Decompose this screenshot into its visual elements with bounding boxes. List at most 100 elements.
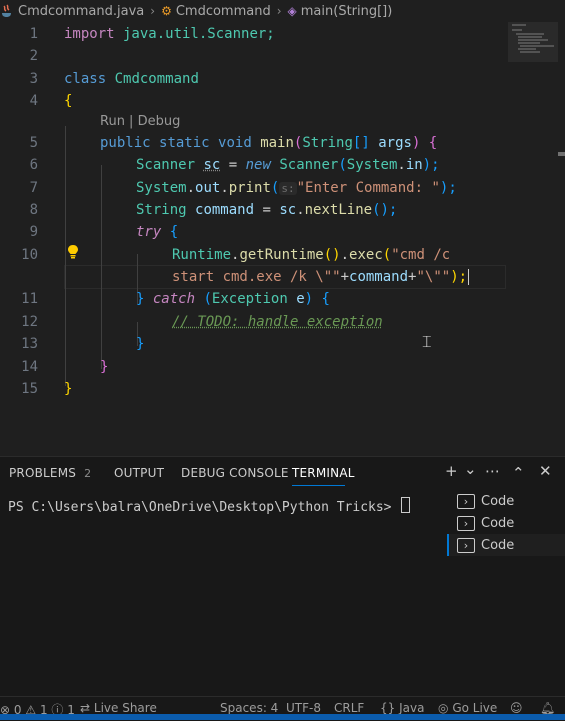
eol-status[interactable]: CRLF — [334, 701, 364, 715]
token-type: String — [136, 202, 187, 218]
line-number: 9 — [29, 224, 38, 240]
terminal-dropdown-chevron-icon[interactable]: ⌄ — [464, 460, 477, 478]
token-string: "Enter Command: " — [296, 180, 440, 196]
new-terminal-plus-icon[interactable]: + — [445, 462, 458, 480]
code-line-4: { — [64, 93, 73, 109]
breadcrumb-file-label: Cmdcommand.java — [18, 3, 145, 19]
code-line-10: Runtime.getRuntime().exec("cmd /c — [172, 247, 451, 263]
token-string: "cmd /c — [391, 247, 451, 263]
tab-problems-label: PROBLEMS — [9, 466, 77, 480]
taskbar-strip — [0, 714, 565, 720]
token-type: Scanner — [136, 157, 196, 173]
code-line-12: // TODO: handle exception — [172, 314, 383, 330]
terminal-instance-2[interactable]: › Code — [447, 512, 565, 534]
encoding-status[interactable]: UTF-8 — [286, 701, 321, 715]
code-editor[interactable]: 1 2 3 4 5 6 7 8 9 10 11 12 13 14 15 impo… — [0, 22, 565, 452]
go-live-button[interactable]: ◎ Go Live — [438, 701, 497, 715]
terminal-output[interactable]: PS C:\Users\balra\OneDrive\Desktop\Pytho… — [8, 497, 411, 515]
token-new: new — [245, 157, 271, 173]
breadcrumb-class[interactable]: ⚙ Cmdcommand — [161, 4, 271, 19]
code-line-14: } — [100, 359, 109, 375]
token-type: Scanner — [279, 157, 339, 173]
token-exception: Exception — [211, 291, 288, 307]
bottom-panel: PROBLEMS 2 OUTPUT DEBUG CONSOLE TERMINAL … — [0, 456, 565, 697]
breadcrumb: Cmdcommand.java › ⚙ Cmdcommand › ◈ main(… — [0, 0, 565, 22]
code-line-11: } catch (Exception e) { — [136, 291, 330, 307]
chevron-right-icon: › — [150, 4, 156, 18]
token-sc: sc — [279, 202, 297, 218]
terminal-prompt: PS C:\Users\balra\OneDrive\Desktop\Pytho… — [8, 500, 400, 515]
code-line-7: System.out.print(s: "Enter Command: "); — [136, 180, 457, 196]
terminal-instance-1[interactable]: › Code — [447, 490, 565, 512]
token-end: ); — [450, 269, 468, 285]
token-try: try — [136, 224, 162, 240]
token-paren-brace: ) { — [411, 135, 438, 151]
token-system: System — [346, 157, 398, 173]
code-line-15: } — [64, 381, 73, 397]
indentation-status[interactable]: Spaces: 4 — [220, 701, 278, 715]
close-panel-icon[interactable]: ✕ — [539, 462, 552, 480]
codelens-run-debug[interactable]: Run | Debug — [100, 114, 180, 129]
line-number: 10 — [21, 247, 38, 263]
token-string: "\"" — [416, 269, 451, 285]
panel-tab-bar: PROBLEMS 2 OUTPUT DEBUG CONSOLE TERMINAL … — [0, 457, 565, 487]
token-getruntime: getRuntime — [239, 247, 324, 263]
token-catch: catch — [152, 291, 196, 307]
terminal-icon: › — [457, 537, 475, 553]
tab-debug-console[interactable]: DEBUG CONSOLE — [181, 466, 289, 480]
token-array: [] — [352, 135, 370, 151]
scrollbar-marker[interactable] — [558, 152, 565, 156]
token-eq: = — [220, 157, 246, 173]
token-string: start cmd.exe /k \"" — [172, 269, 341, 285]
lightbulb-icon[interactable] — [66, 244, 80, 264]
terminal-label: Code — [481, 537, 515, 553]
token-var: e — [296, 291, 305, 307]
token-var: command — [195, 202, 255, 218]
code-line-1: import java.util.Scanner; — [64, 26, 275, 42]
token-print: print — [228, 180, 271, 196]
token-out: out — [195, 180, 221, 196]
breadcrumb-method[interactable]: ◈ main(String[]) — [288, 4, 393, 19]
code-line-13: } — [136, 336, 145, 352]
line-number: 3 — [29, 71, 38, 87]
token-end: ); — [439, 180, 457, 196]
code-line-6: Scanner sc = new Scanner(System.in); — [136, 157, 440, 173]
token-runtime: Runtime — [172, 247, 232, 263]
token-package: java.util.Scanner; — [114, 26, 275, 42]
token-args: args — [378, 135, 412, 151]
token-public: public — [100, 135, 151, 151]
terminal-label: Code — [481, 515, 515, 531]
live-share-button[interactable]: ⇄ Live Share — [80, 701, 157, 715]
breadcrumb-file[interactable]: Cmdcommand.java — [0, 4, 144, 19]
code-line-5: public static void main(String[] args) { — [100, 135, 438, 151]
token-void: void — [218, 135, 252, 151]
line-number: 8 — [29, 202, 38, 218]
line-number: 13 — [21, 336, 38, 352]
token-system: System — [136, 180, 187, 196]
minimap[interactable] — [508, 22, 558, 62]
notifications-bell-icon[interactable]: 🔔︎ — [540, 701, 555, 715]
tab-terminal[interactable]: TERMINAL — [292, 466, 355, 480]
code-line-3: class Cmdcommand — [64, 71, 199, 87]
language-status[interactable]: {} Java — [380, 701, 424, 715]
tab-output[interactable]: OUTPUT — [114, 466, 164, 480]
token-eq: = — [254, 202, 280, 218]
code-line-8: String command = sc.nextLine(); — [136, 202, 398, 218]
active-tab-indicator — [292, 485, 345, 486]
radio-tower-icon: ◎ — [438, 701, 449, 715]
line-number: 12 — [21, 314, 38, 330]
token-class: class — [64, 71, 107, 87]
tab-problems[interactable]: PROBLEMS 2 — [9, 466, 91, 480]
language-label: Java — [399, 701, 425, 715]
token-brace: { — [169, 224, 179, 240]
terminal-instance-3[interactable]: › Code — [447, 534, 565, 556]
problems-count-badge: 2 — [84, 467, 92, 480]
live-share-icon: ⇄ — [80, 701, 91, 715]
maximize-panel-chevron-icon[interactable]: ⌃ — [512, 464, 525, 482]
terminal-icon: › — [457, 493, 475, 509]
breadcrumb-method-label: main(String[]) — [300, 3, 393, 19]
code-line-9: try { — [136, 224, 178, 240]
more-actions-icon[interactable]: ⋯ — [485, 462, 500, 480]
feedback-icon[interactable]: ☺ — [510, 701, 523, 715]
line-number: 11 — [21, 291, 38, 307]
